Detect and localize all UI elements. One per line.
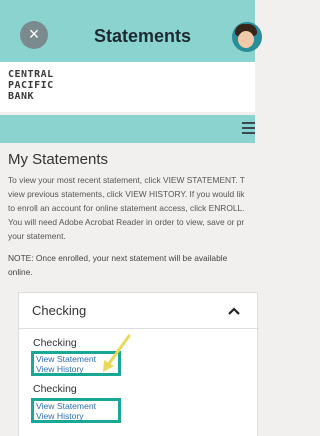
checking-accordion: Checking Checking View Statement View Hi… <box>18 292 259 436</box>
intro-line: view previous statements, click VIEW HIS… <box>8 189 245 199</box>
note-line: online. <box>8 267 33 277</box>
yellow-arrow-annotation <box>103 334 131 372</box>
logo-line-2: PACIFIC <box>8 80 54 91</box>
intro-paragraph: To view your most recent statement, clic… <box>8 173 263 243</box>
intro-line: You will need Adobe Acrobat Reader in or… <box>8 217 245 227</box>
note-line: NOTE: Once enrolled, your next statement… <box>8 253 228 263</box>
intro-line: your statement. <box>8 231 66 241</box>
intro-line: to enroll an account for online statemen… <box>8 203 245 213</box>
logo-line-3: BANK <box>8 91 35 102</box>
view-statement-link[interactable]: View Statement <box>36 401 96 411</box>
page-header-title: Statements <box>94 26 192 46</box>
hamburger-menu-icon[interactable] <box>242 122 255 134</box>
view-history-link[interactable]: View History <box>36 364 84 374</box>
highlight-box: View Statement View History <box>31 398 121 423</box>
view-statement-link[interactable]: View Statement <box>36 354 96 364</box>
central-pacific-bank-logo: CENTRAL PACIFIC BANK <box>8 69 54 102</box>
accordion-title: Checking <box>32 303 87 318</box>
account-group-title: Checking <box>33 337 77 349</box>
chevron-up-icon[interactable] <box>228 307 240 315</box>
close-icon[interactable]: × <box>20 21 48 49</box>
enrollment-note: NOTE: Once enrolled, your next statement… <box>8 251 253 279</box>
intro-line: To view your most recent statement, clic… <box>8 175 245 185</box>
accordion-header[interactable]: Checking <box>19 293 259 329</box>
top-header-bar: × Statements <box>0 0 262 62</box>
view-history-link[interactable]: View History <box>36 411 84 421</box>
account-group-title: Checking <box>33 383 77 395</box>
navigation-bar <box>0 115 255 143</box>
page-title: My Statements <box>8 151 109 168</box>
logo-line-1: CENTRAL <box>8 69 54 80</box>
avatar-icon[interactable] <box>232 22 262 52</box>
